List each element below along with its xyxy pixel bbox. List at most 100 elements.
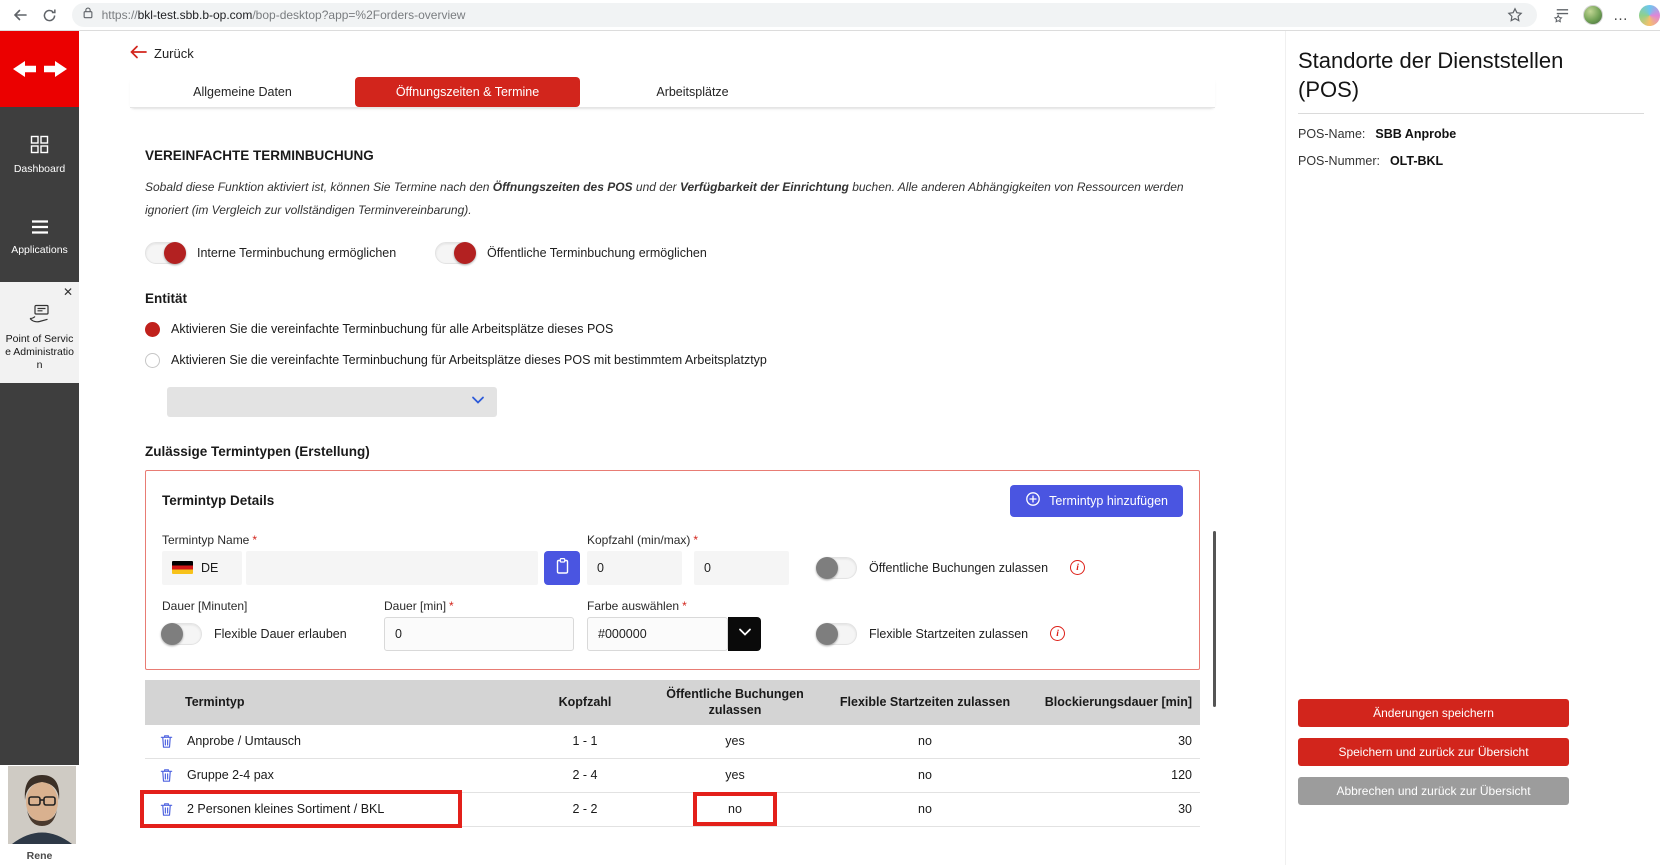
sidebar-item-label: Dashboard [14, 163, 65, 175]
public-bookings-toggle[interactable] [817, 557, 857, 579]
pos-name-row: POS-Name: SBB Anprobe [1298, 127, 1660, 141]
kopfzahl-min-input[interactable] [587, 551, 682, 585]
collections-icon[interactable] [1549, 3, 1573, 27]
pos-name-label: POS-Name: [1298, 127, 1365, 141]
sidebar-item-applications[interactable]: Applications [0, 219, 79, 256]
back-link[interactable]: Zurück [130, 45, 194, 62]
sbb-logo[interactable] [0, 31, 79, 107]
termintyp-name-label: Termintyp Name* [162, 533, 257, 547]
tab-oeffnungszeiten-termine[interactable]: Öffnungszeiten & Termine [355, 77, 580, 107]
radio-option-workplace-type[interactable]: Aktivieren Sie die vereinfachte Terminbu… [145, 353, 1200, 368]
kopfzahl-value: 2 - 2 [525, 802, 645, 816]
farbe-label: Farbe auswählen* [587, 599, 687, 613]
radio-option-label: Aktivieren Sie die vereinfachte Terminbu… [171, 353, 767, 367]
col-header-kopfzahl: Kopfzahl [525, 694, 645, 710]
section-title-vereinfachte-terminbuchung: VEREINFACHTE TERMINBUCHUNG [145, 148, 1200, 163]
col-header-flexible: Flexible Startzeiten zulassen [825, 694, 1025, 710]
sidebar-item-label: Point of Service Administration [5, 333, 74, 371]
public-booking-label: Öffentliche Terminbuchung ermöglichen [487, 246, 707, 260]
public-booking-toggle[interactable] [435, 242, 475, 264]
circle-plus-icon [1025, 491, 1041, 510]
sidebar-item-label: Applications [11, 244, 68, 256]
flexible-start-toggle[interactable] [817, 623, 857, 645]
color-input[interactable] [587, 617, 728, 651]
delete-termintyp-button[interactable] [159, 733, 174, 750]
address-bar[interactable]: https://bkl-test.sbb.b-op.com/bop-deskto… [72, 3, 1537, 27]
internal-booking-toggle[interactable] [145, 242, 185, 264]
browser-back-icon[interactable] [8, 3, 32, 27]
browser-profile-avatar[interactable] [1583, 5, 1603, 25]
radio-unselected-icon[interactable] [145, 353, 160, 368]
copilot-icon[interactable] [1639, 5, 1660, 26]
browser-refresh-icon[interactable] [38, 3, 62, 27]
termintyp-details-box: Termintyp Details Termintyp hinzufügen T… [145, 470, 1200, 670]
app-sidebar: Dashboard Applications ✕ Point of Servic… [0, 31, 79, 865]
dauer-minuten-label: Dauer [Minuten] [162, 599, 247, 613]
kopfzahl-value: 1 - 1 [525, 734, 645, 748]
favorite-star-icon[interactable] [1503, 3, 1527, 27]
chevron-down-icon [738, 626, 752, 641]
user-avatar[interactable] [8, 766, 76, 844]
radio-option-label: Aktivieren Sie die vereinfachte Terminbu… [171, 322, 613, 336]
termintyp-name: Anprobe / Umtausch [187, 734, 301, 748]
pos-number-row: POS-Nummer: OLT-BKL [1298, 154, 1660, 168]
divider [1298, 113, 1644, 114]
public-value: yes [645, 734, 825, 748]
browser-menu-icon[interactable]: … [1613, 7, 1629, 24]
workplace-type-dropdown[interactable] [167, 387, 497, 417]
radio-option-all-workplaces[interactable]: Aktivieren Sie die vereinfachte Terminbu… [145, 322, 1200, 337]
flexible-dauer-toggle[interactable] [162, 623, 202, 645]
copy-translations-button[interactable] [544, 551, 580, 585]
section-description: Sobald diese Funktion aktiviert ist, kön… [145, 176, 1200, 223]
info-icon[interactable]: i [1070, 560, 1085, 575]
panel-title: Standorte der Dienststellen (POS) [1298, 47, 1660, 104]
pos-info-panel: Standorte der Dienststellen (POS) POS-Na… [1285, 31, 1660, 865]
dauer-min-input[interactable] [384, 617, 574, 651]
applications-menu-icon [0, 219, 79, 238]
public-value: yes [645, 768, 825, 782]
add-termintyp-button[interactable]: Termintyp hinzufügen [1010, 485, 1183, 517]
kopfzahl-max-input[interactable] [694, 551, 789, 585]
vertical-scrollbar[interactable] [1213, 531, 1216, 707]
radio-selected-icon[interactable] [145, 322, 160, 337]
blockierung-value: 30 [1025, 802, 1200, 816]
close-icon[interactable]: ✕ [63, 285, 73, 300]
termintypen-table: Termintyp Kopfzahl Öffentliche Buchungen… [145, 680, 1200, 827]
public-bookings-label: Öffentliche Buchungen zulassen [869, 561, 1048, 575]
cancel-and-back-button[interactable]: Abbrechen und zurück zur Übersicht [1298, 777, 1569, 805]
clipboard-icon [554, 557, 571, 578]
table-row-highlighted[interactable]: 2 Personen kleines Sortiment / BKL 2 - 2… [145, 793, 1200, 827]
table-row[interactable]: Gruppe 2-4 pax 2 - 4 yes no 120 [145, 759, 1200, 793]
pos-number-label: POS-Nummer: [1298, 154, 1380, 168]
color-dropdown-button[interactable] [728, 617, 761, 651]
screenshot-root: { "browser": { "url_scheme": "https://",… [0, 0, 1660, 865]
table-header-row: Termintyp Kopfzahl Öffentliche Buchungen… [145, 680, 1200, 725]
public-value: no [645, 802, 825, 816]
blockierung-value: 120 [1025, 768, 1200, 782]
termintyp-name: Gruppe 2-4 pax [187, 768, 274, 782]
table-row[interactable]: Anprobe / Umtausch 1 - 1 yes no 30 [145, 725, 1200, 759]
termintyp-name-input[interactable] [246, 551, 538, 585]
kopfzahl-value: 2 - 4 [525, 768, 645, 782]
sidebar-item-pos-administration[interactable]: ✕ Point of Service Administration [0, 282, 79, 383]
chevron-down-icon [471, 393, 485, 411]
blockierung-value: 30 [1025, 734, 1200, 748]
lock-icon [82, 6, 94, 24]
delete-termintyp-button[interactable] [159, 801, 174, 818]
delete-termintyp-button[interactable] [159, 767, 174, 784]
save-and-back-button[interactable]: Speichern und zurück zur Übersicht [1298, 738, 1569, 766]
tab-allgemeine-daten[interactable]: Allgemeine Daten [130, 77, 355, 107]
entity-section-title: Entität [145, 291, 1200, 306]
save-changes-button[interactable]: Änderungen speichern [1298, 699, 1569, 727]
kopfzahl-label: Kopfzahl (min/max)* [587, 533, 698, 547]
pos-admin-icon [3, 304, 76, 329]
tab-bar: Allgemeine Daten Öffnungszeiten & Termin… [130, 77, 1215, 108]
url-text: https://bkl-test.sbb.b-op.com/bop-deskto… [102, 8, 466, 22]
flexible-value: no [825, 768, 1025, 782]
tab-arbeitsplaetze[interactable]: Arbeitsplätze [580, 77, 805, 107]
language-selector[interactable]: DE [162, 551, 242, 585]
german-flag-icon [172, 561, 193, 574]
info-icon[interactable]: i [1050, 626, 1065, 641]
sidebar-item-dashboard[interactable]: Dashboard [0, 135, 79, 175]
internal-booking-label: Interne Terminbuchung ermöglichen [197, 246, 396, 260]
